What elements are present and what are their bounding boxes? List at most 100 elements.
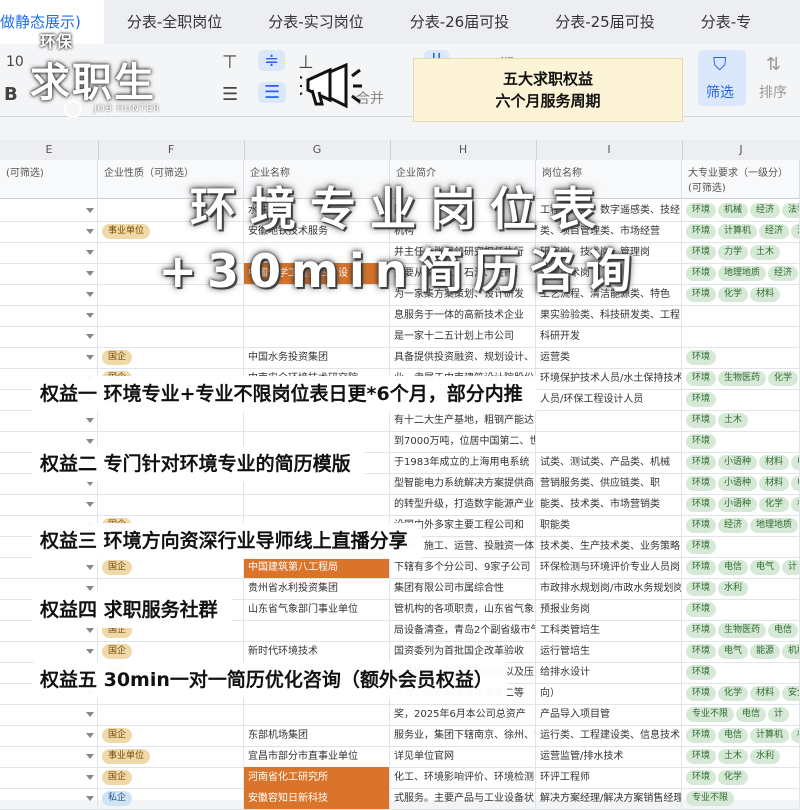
cell-major[interactable]: 环境化学材料安全 — [682, 683, 800, 704]
cell-company-intro[interactable]: 型智能电力系统解决方案提供商 — [390, 473, 536, 494]
cell-filter[interactable] — [0, 641, 98, 662]
cell-filter[interactable] — [0, 305, 98, 326]
cell-company-type[interactable]: 国企 — [98, 347, 244, 368]
cell-position[interactable] — [536, 410, 682, 431]
cell-filter[interactable] — [0, 347, 98, 368]
cell-filter[interactable] — [0, 326, 98, 347]
cell-company-intro[interactable]: 有十二大生产基地，粗钢产能达 — [390, 410, 536, 431]
cell-filter[interactable] — [0, 494, 98, 515]
cell-filter[interactable] — [0, 704, 98, 725]
cell-major[interactable]: 环境电气能源机械 — [682, 641, 800, 662]
cell-filter[interactable] — [0, 746, 98, 767]
cell-company-intro[interactable]: 化工、环境影响评价、环境检测 — [390, 767, 536, 788]
align-left-icon[interactable]: ☰ — [222, 84, 238, 105]
column-letter[interactable]: I — [536, 140, 683, 160]
dropdown-caret-icon[interactable] — [86, 754, 94, 759]
cell-major[interactable]: 环境 — [682, 431, 800, 452]
cell-company-type[interactable] — [98, 410, 244, 431]
dropdown-caret-icon[interactable] — [86, 418, 94, 423]
cell-major[interactable]: 环境 土木 水利 — [682, 746, 800, 767]
sort-button[interactable]: ⇅ 排序 — [754, 50, 796, 106]
cell-major[interactable]: 环境 经济 地理地质 — [682, 515, 800, 536]
cell-position[interactable]: 预报业务岗 — [536, 599, 682, 620]
cell-company-name[interactable] — [244, 305, 390, 326]
table-row[interactable]: 奖，2025年6月本公司总资产 产品导入项目管 专业不限 电信计 — [0, 704, 800, 726]
cell-position[interactable]: 职能类 — [536, 515, 682, 536]
table-row[interactable]: 有十二大生产基地，粗钢产能达 环境 土木 — [0, 410, 800, 432]
table-row[interactable]: 事业单位 宜昌市部分市直事业单位 详见单位官网 运营监管/排水技术 环境 土木 水利 — [0, 746, 800, 768]
cell-position[interactable]: 技术类、生产技术类、业务策略 — [536, 536, 682, 557]
dropdown-caret-icon[interactable] — [86, 334, 94, 339]
cell-major[interactable]: 环境电信计算机机械 — [682, 725, 800, 746]
cell-company-name[interactable]: 中国水务投资集团 — [244, 347, 390, 368]
cell-major[interactable]: 环境 水利 — [682, 578, 800, 599]
table-row[interactable]: 国企 河南省化工研究所 化工、环境影响评价、环境检测 环评工程师 环境 化学 — [0, 767, 800, 789]
table-row[interactable]: 国企 中国水务投资集团 具备提供投资融资、规划设计、 运营类 环境 — [0, 347, 800, 369]
dropdown-caret-icon[interactable] — [86, 439, 94, 444]
cell-position[interactable]: 解决方案经理/解决方案销售经理 — [536, 788, 682, 809]
cell-position[interactable]: 运营监管/排水技术 — [536, 746, 682, 767]
cell-company-name[interactable]: 贵州省水利投资集团 — [244, 578, 390, 599]
cell-filter[interactable] — [0, 410, 98, 431]
dropdown-caret-icon[interactable] — [86, 796, 94, 801]
cell-company-intro[interactable]: 式服务。主要产品与工业设备状 — [390, 788, 536, 809]
cell-company-name[interactable] — [244, 410, 390, 431]
dropdown-caret-icon[interactable] — [86, 733, 94, 738]
cell-major[interactable]: 环境 — [682, 347, 800, 368]
column-letter[interactable]: J — [682, 140, 800, 160]
dropdown-caret-icon[interactable] — [86, 565, 94, 570]
cell-company-intro[interactable]: 的转型升级，打造数字能源产业 — [390, 494, 536, 515]
column-letter[interactable]: F — [98, 140, 245, 160]
cell-filter[interactable] — [0, 725, 98, 746]
dropdown-caret-icon[interactable] — [86, 313, 94, 318]
cell-position[interactable]: 营销服务类、供应链类、职 — [536, 473, 682, 494]
cell-company-intro[interactable]: 于1983年成立的上海用电系统 — [390, 452, 536, 473]
cell-major[interactable]: 环境小语种化学材 — [682, 494, 800, 515]
cell-position[interactable]: 果实验验类、科技研发类、工程 — [536, 305, 682, 326]
cell-position[interactable] — [536, 431, 682, 452]
table-row[interactable]: 国企 东部机场集团 服务业，集团下辖南京、徐州、常 运行类、工程建设类、信息技术 环境电… — [0, 725, 800, 747]
cell-company-name[interactable] — [244, 326, 390, 347]
cell-company-intro[interactable]: 详见单位官网 — [390, 746, 536, 767]
sheet-tab-26[interactable]: 分表-26届可投 — [387, 0, 533, 44]
cell-company-type[interactable]: 事业单位 — [98, 746, 244, 767]
cell-company-intro[interactable]: 下辖有多个分公司、9家子公司 — [390, 557, 536, 578]
cell-position[interactable]: 运行类、工程建设类、信息技术 — [536, 725, 682, 746]
cell-company-intro[interactable]: 集团有限公司市属综合性 — [390, 578, 536, 599]
dropdown-caret-icon[interactable] — [86, 502, 94, 507]
cell-company-name[interactable]: 安徽容知日新科技 — [244, 788, 390, 809]
table-row[interactable]: 的转型升级，打造数字能源产业能类、技术类、市场营销类环境小语种化学材 — [0, 494, 800, 516]
cell-major[interactable]: 专业不限 — [682, 788, 800, 809]
sheet-tab-major[interactable]: 分表-专 — [678, 0, 774, 44]
cell-company-type[interactable] — [98, 494, 244, 515]
cell-company-type[interactable]: 国企 — [98, 641, 244, 662]
cell-company-intro[interactable]: 息服务于一体的高新技术企业 — [390, 305, 536, 326]
cell-company-type[interactable]: 国企 — [98, 767, 244, 788]
cell-major[interactable]: 环境 — [682, 536, 800, 557]
cell-major[interactable] — [682, 326, 800, 347]
cell-position[interactable]: 能类、技术类、市场营销类 — [536, 494, 682, 515]
cell-company-type[interactable]: 国企 — [98, 725, 244, 746]
cell-major[interactable]: 环境 生物医药 电信 — [682, 620, 800, 641]
cell-filter[interactable] — [0, 557, 98, 578]
cell-major[interactable]: 环境 电信 电气计 — [682, 557, 800, 578]
cell-company-name[interactable]: 山东省气象部门事业单位 — [244, 599, 390, 620]
dropdown-caret-icon[interactable] — [86, 712, 94, 717]
cell-position[interactable]: 人员/环保工程设计人员 — [536, 389, 682, 410]
dropdown-caret-icon[interactable] — [86, 355, 94, 360]
filter-button[interactable]: ⛉ 筛选 — [698, 50, 746, 106]
cell-company-name[interactable]: 中国建筑第八工程局 — [244, 557, 390, 578]
column-letter[interactable]: G — [244, 140, 391, 160]
cell-major[interactable]: 环境 — [682, 599, 800, 620]
cell-company-intro[interactable]: 到7000万吨，位居中国第二、世界 — [390, 431, 536, 452]
cell-position[interactable]: 运营类 — [536, 347, 682, 368]
cell-major[interactable]: 环境 — [682, 662, 800, 683]
cell-company-name[interactable]: 河南省化工研究所 — [244, 767, 390, 788]
font-size-select[interactable]: 10 — [6, 54, 24, 70]
column-letter[interactable]: H — [390, 140, 537, 160]
cell-company-intro[interactable]: 奖，2025年6月本公司总资产 — [390, 704, 536, 725]
sheet-tab-internship[interactable]: 分表-实习岗位 — [245, 0, 386, 44]
bold-button[interactable]: B — [4, 84, 18, 105]
cell-company-type[interactable] — [98, 326, 244, 347]
cell-company-name[interactable] — [244, 620, 390, 641]
